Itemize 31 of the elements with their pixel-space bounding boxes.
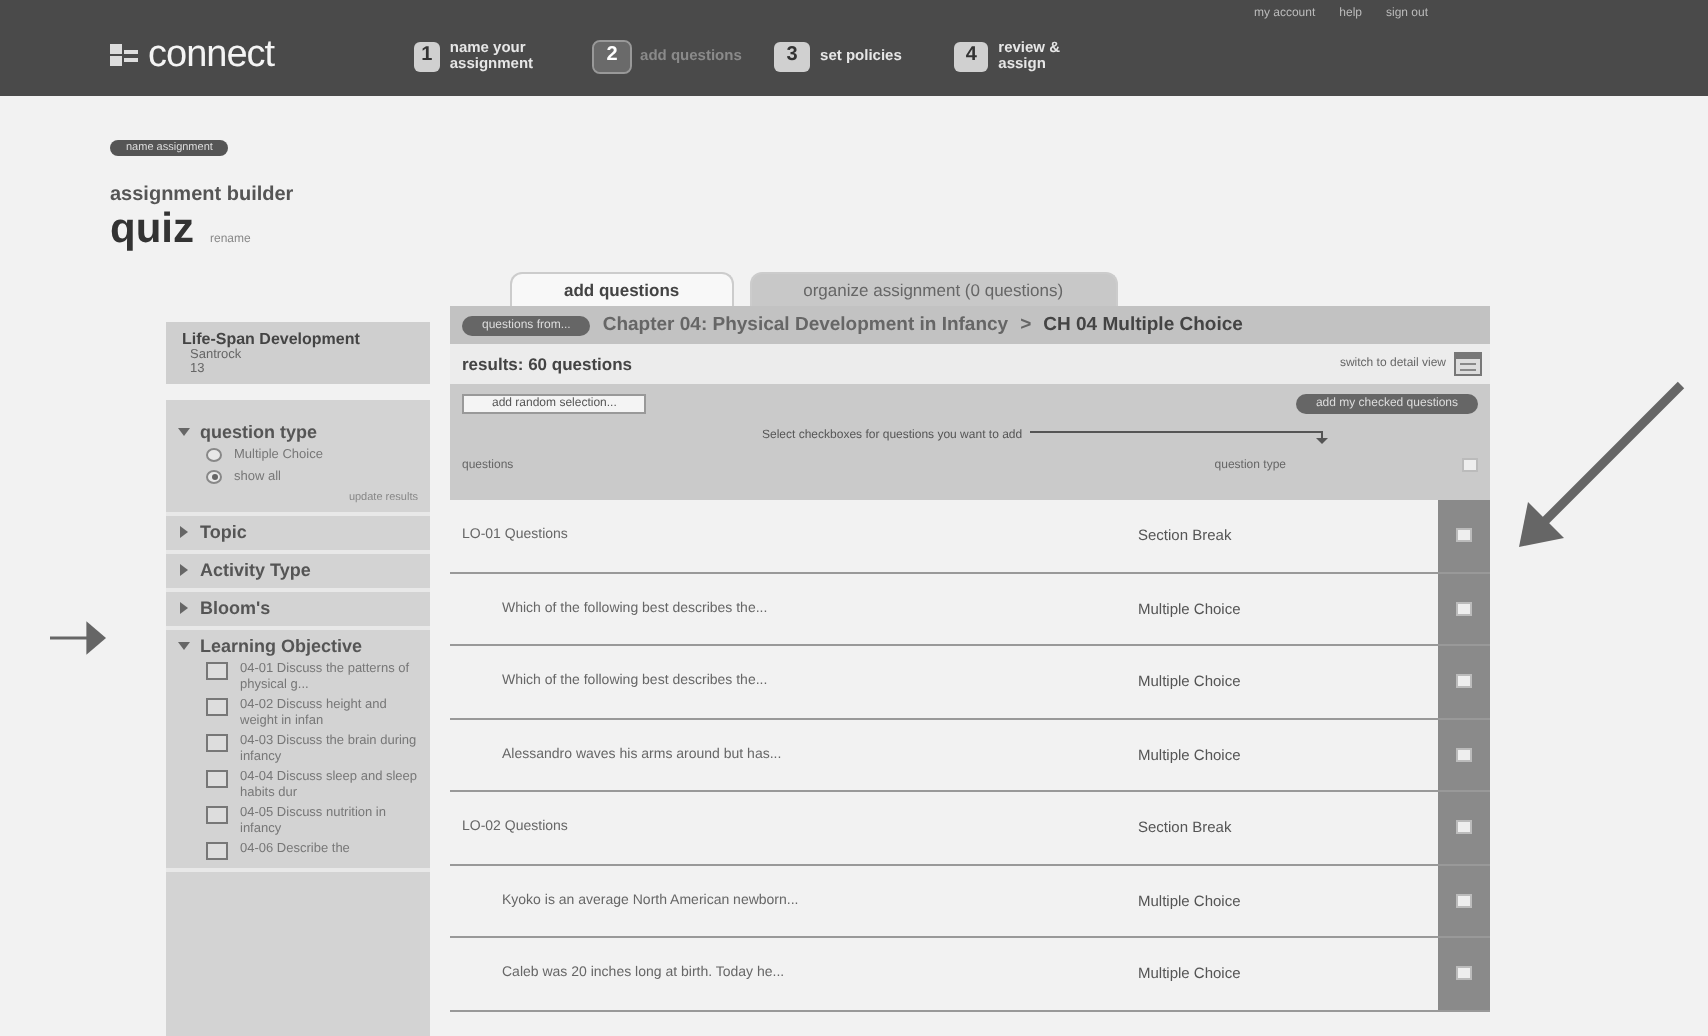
filter-header[interactable]: Bloom's xyxy=(178,598,418,618)
assignment-name: quiz xyxy=(110,206,194,254)
crumb-separator: > xyxy=(1020,314,1032,336)
collapsed-icon xyxy=(178,564,190,576)
row-checkbox[interactable] xyxy=(1456,674,1472,689)
select-all-checkbox[interactable] xyxy=(1462,458,1478,472)
expanded-icon xyxy=(178,640,190,652)
row-checkbox[interactable] xyxy=(1456,528,1472,543)
row-checkbox[interactable] xyxy=(1456,747,1472,762)
tab[interactable]: organize assignment (0 questions) xyxy=(749,272,1118,306)
logo-text: connect xyxy=(148,34,275,78)
row-checkbox[interactable] xyxy=(1456,601,1472,616)
expanded-icon xyxy=(178,426,190,438)
builder-label: assignment builder xyxy=(110,184,296,206)
book-title: Life-Span Development xyxy=(182,330,362,348)
collapsed-icon xyxy=(178,602,190,614)
tab[interactable]: add questions xyxy=(510,272,734,306)
section-crumb: CH 04 Multiple Choice xyxy=(1043,314,1243,336)
collapsed-icon xyxy=(178,526,190,538)
row-checkbox[interactable] xyxy=(1456,966,1472,981)
calendar-icon xyxy=(1454,352,1482,376)
filter-header[interactable]: question type xyxy=(178,422,418,442)
row-checkbox[interactable] xyxy=(1456,820,1472,835)
filter-header[interactable]: Learning Objective xyxy=(178,636,418,656)
filter-header[interactable]: Topic xyxy=(178,522,418,542)
filter-header[interactable]: Activity Type xyxy=(178,560,418,580)
logo-icon xyxy=(110,44,138,68)
chapter-crumb[interactable]: Chapter 04: Physical Development in Infancy xyxy=(602,314,1009,336)
results-count: results: 60 questions xyxy=(462,354,633,374)
hint-arrow-icon xyxy=(1030,428,1331,444)
row-checkbox[interactable] xyxy=(1456,893,1472,908)
